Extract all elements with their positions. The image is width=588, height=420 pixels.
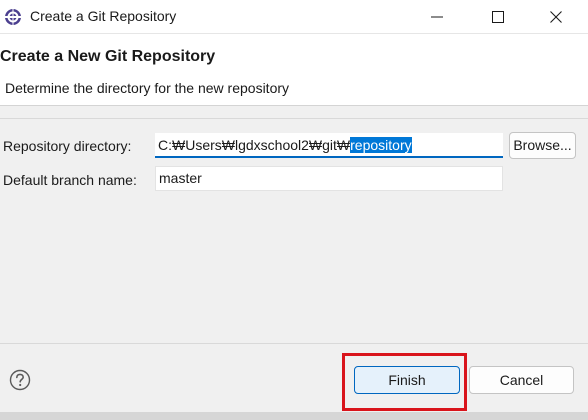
- maximize-icon: [492, 11, 504, 23]
- repository-directory-input[interactable]: C:₩Users₩lgdxschool2₩git₩repository: [155, 133, 503, 158]
- title-bar: Create a Git Repository: [0, 0, 588, 34]
- close-button[interactable]: [534, 0, 578, 33]
- minimize-icon: [431, 16, 443, 18]
- repository-directory-prefix: C:₩Users₩lgdxschool2₩git₩: [158, 137, 351, 153]
- divider: [0, 118, 588, 119]
- window-bottom-edge: [0, 412, 588, 420]
- page-title: Create a New Git Repository: [0, 48, 216, 65]
- finish-button[interactable]: Finish: [354, 366, 460, 394]
- cancel-button[interactable]: Cancel: [469, 366, 574, 394]
- page-description: Determine the directory for the new repo…: [5, 80, 290, 96]
- close-icon: [550, 11, 562, 23]
- eclipse-gear-icon: [4, 8, 22, 26]
- minimize-button[interactable]: [415, 0, 459, 33]
- divider: [0, 343, 588, 344]
- default-branch-input[interactable]: master: [155, 166, 503, 191]
- default-branch-label: Default branch name:: [3, 172, 137, 188]
- repository-directory-label: Repository directory:: [3, 138, 132, 154]
- repository-directory-selected-text: repository: [350, 137, 412, 153]
- wizard-banner: Create a New Git Repository Determine th…: [0, 34, 588, 106]
- question-mark-icon[interactable]: [9, 369, 31, 391]
- window-title: Create a Git Repository: [30, 8, 177, 24]
- browse-button[interactable]: Browse...: [509, 132, 576, 159]
- maximize-button[interactable]: [476, 0, 520, 33]
